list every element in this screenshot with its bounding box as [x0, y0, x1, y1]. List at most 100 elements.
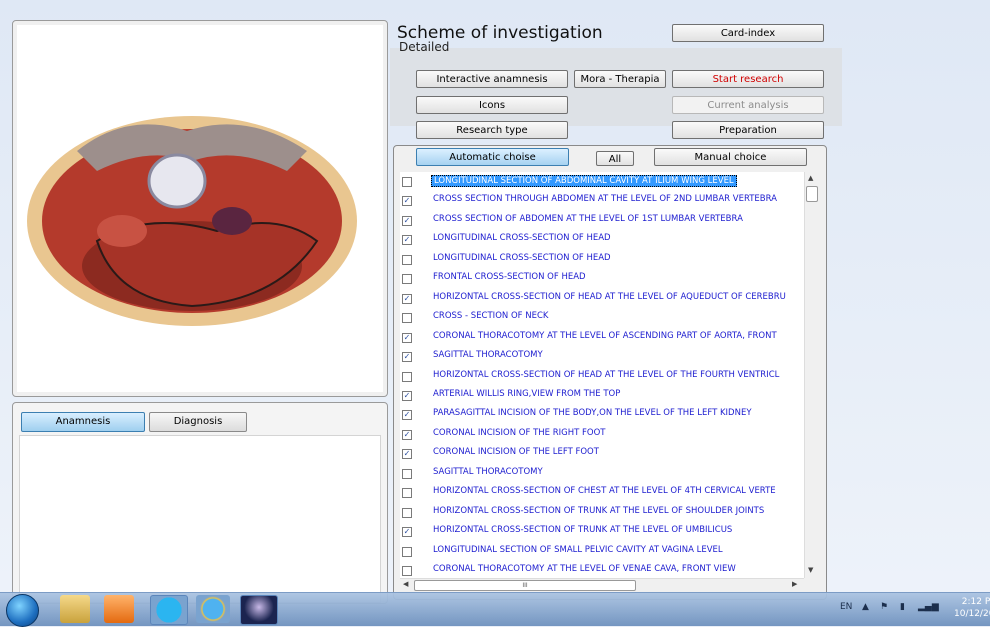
- list-item[interactable]: ✓ SAGITTAL THORACOTOMY: [400, 347, 804, 366]
- list-item[interactable]: HORIZONTAL CROSS-SECTION OF TRUNK AT THE…: [400, 503, 804, 522]
- list-item-label: HORIZONTAL CROSS-SECTION OF TRUNK AT THE…: [433, 505, 765, 516]
- tab-diagnosis[interactable]: Diagnosis: [149, 412, 247, 432]
- horizontal-scrollbar[interactable]: ◀ III ▶: [400, 578, 804, 591]
- list-item[interactable]: ✓ HORIZONTAL CROSS-SECTION OF TRUNK AT TH…: [400, 522, 804, 541]
- list-item-label: LONGITUDINAL CROSS-SECTION OF HEAD: [433, 252, 611, 263]
- list-item-checkbox[interactable]: [402, 507, 412, 518]
- list-item-checkbox[interactable]: [402, 488, 412, 499]
- list-item-checkbox[interactable]: [402, 566, 412, 576]
- list-item[interactable]: ✓ ARTERIAL WILLIS RING,VIEW FROM THE TOP: [400, 386, 804, 405]
- list-item-label: SAGITTAL THORACOTOMY: [433, 350, 543, 361]
- list-item-checkbox[interactable]: [402, 274, 412, 285]
- list-item[interactable]: SAGITTAL THORACOTOMY: [400, 464, 804, 483]
- icons-button[interactable]: Icons: [416, 96, 568, 114]
- list-item[interactable]: ✓ HORIZONTAL CROSS-SECTION OF HEAD AT THE…: [400, 289, 804, 308]
- list-item-label: SAGITTAL THORACOTOMY: [433, 466, 543, 477]
- clock-date: 10/12/2010: [954, 609, 990, 619]
- list-item-label: CORONAL THORACOTOMY AT THE LEVEL OF VENA…: [433, 564, 736, 574]
- list-item-checkbox[interactable]: ✓: [402, 235, 412, 246]
- all-button[interactable]: All: [596, 151, 634, 166]
- list-item[interactable]: LONGITUDINAL CROSS-SECTION OF HEAD: [400, 250, 804, 269]
- scroll-right-icon[interactable]: ▶: [792, 580, 797, 588]
- list-item-checkbox[interactable]: [402, 177, 412, 187]
- list-item-label: ARTERIAL WILLIS RING,VIEW FROM THE TOP: [433, 388, 621, 399]
- tab-anamnesis[interactable]: Anamnesis: [21, 412, 145, 432]
- research-list[interactable]: LONGITUDINAL SECTION OF ABDOMINAL CAVITY…: [400, 172, 804, 578]
- skype-icon[interactable]: [150, 595, 188, 625]
- list-item-checkbox[interactable]: ✓: [402, 215, 412, 226]
- interactive-anamnesis-button[interactable]: Interactive anamnesis: [416, 70, 568, 88]
- list-item-label: HORIZONTAL CROSS-SECTION OF CHEST AT THE…: [433, 486, 776, 497]
- list-item[interactable]: ✓ CROSS SECTION THROUGH ABDOMEN AT THE LE…: [400, 191, 804, 210]
- list-item[interactable]: ✓ PARASAGITTAL INCISION OF THE BODY,ON TH…: [400, 405, 804, 424]
- horizontal-scroll-thumb[interactable]: III: [414, 580, 636, 591]
- list-item-checkbox[interactable]: [402, 254, 412, 265]
- list-item[interactable]: FRONTAL CROSS-SECTION OF HEAD: [400, 269, 804, 288]
- list-item-checkbox[interactable]: [402, 546, 412, 557]
- internet-explorer-icon[interactable]: [196, 595, 230, 623]
- vertical-scroll-thumb[interactable]: [806, 186, 818, 202]
- anamnesis-panel: Anamnesis Diagnosis: [12, 402, 388, 604]
- vertical-scrollbar[interactable]: ▲ ▼: [804, 172, 818, 578]
- preparation-button[interactable]: Preparation: [672, 121, 824, 139]
- list-item-label: LONGITUDINAL SECTION OF SMALL PELVIC CAV…: [433, 544, 723, 555]
- list-item[interactable]: ✓ CROSS SECTION OF ABDOMEN AT THE LEVEL O…: [400, 211, 804, 230]
- list-item[interactable]: CORONAL THORACOTOMY AT THE LEVEL OF VENA…: [400, 561, 804, 578]
- list-item-checkbox[interactable]: ✓: [402, 293, 412, 304]
- app-icon[interactable]: [240, 595, 278, 625]
- list-item[interactable]: LONGITUDINAL SECTION OF ABDOMINAL CAVITY…: [400, 172, 804, 191]
- list-item-checkbox[interactable]: [402, 313, 412, 324]
- list-item-label: CROSS - SECTION OF NECK: [433, 311, 549, 322]
- list-item-checkbox[interactable]: ✓: [402, 332, 412, 343]
- action-center-icon[interactable]: ⚑: [880, 602, 888, 612]
- automatic-choise-button[interactable]: Automatic choise: [416, 148, 569, 166]
- list-item[interactable]: HORIZONTAL CROSS-SECTION OF HEAD AT THE …: [400, 367, 804, 386]
- list-item-label: HORIZONTAL CROSS-SECTION OF HEAD AT THE …: [433, 291, 786, 302]
- anatomy-image-panel: [12, 20, 388, 397]
- list-item[interactable]: ✓ LONGITUDINAL CROSS-SECTION OF HEAD: [400, 230, 804, 249]
- show-hidden-icons-icon[interactable]: ▲: [862, 602, 869, 612]
- list-item-label: LONGITUDINAL CROSS-SECTION OF HEAD: [433, 233, 611, 244]
- card-index-button[interactable]: Card-index: [672, 24, 824, 42]
- section-subtitle: Detailed: [399, 40, 450, 54]
- list-item-checkbox[interactable]: ✓: [402, 449, 412, 460]
- scroll-down-icon[interactable]: ▼: [808, 566, 813, 574]
- scroll-left-icon[interactable]: ◀: [403, 580, 408, 588]
- anamnesis-text-area[interactable]: [19, 435, 381, 603]
- list-item-label: CROSS SECTION OF ABDOMEN AT THE LEVEL OF…: [433, 213, 743, 224]
- current-analysis-button: Current analysis: [672, 96, 824, 114]
- taskbar: EN ▲ ⚑ ▮ ▂▄▆ 2:12 PM 10/12/2010: [0, 592, 990, 627]
- list-item[interactable]: HORIZONTAL CROSS-SECTION OF CHEST AT THE…: [400, 483, 804, 502]
- list-item-checkbox[interactable]: [402, 468, 412, 479]
- windows-start-icon[interactable]: [6, 594, 39, 627]
- list-item-label: LONGITUDINAL SECTION OF ABDOMINAL CAVITY…: [431, 175, 737, 187]
- list-item[interactable]: ✓ CORONAL INCISION OF THE LEFT FOOT: [400, 444, 804, 463]
- list-item-label: CROSS SECTION THROUGH ABDOMEN AT THE LEV…: [433, 194, 777, 205]
- list-item-checkbox[interactable]: ✓: [402, 196, 412, 207]
- list-item[interactable]: CROSS - SECTION OF NECK: [400, 308, 804, 327]
- network-signal-icon[interactable]: ▂▄▆: [918, 602, 939, 612]
- list-item-checkbox[interactable]: ✓: [402, 352, 412, 363]
- list-item-checkbox[interactable]: ✓: [402, 410, 412, 421]
- list-item-checkbox[interactable]: ✓: [402, 527, 412, 538]
- scroll-up-icon[interactable]: ▲: [808, 174, 813, 182]
- list-item-label: FRONTAL CROSS-SECTION OF HEAD: [433, 272, 586, 283]
- battery-icon[interactable]: ▮: [900, 602, 905, 612]
- list-item-checkbox[interactable]: ✓: [402, 390, 412, 401]
- list-item[interactable]: ✓ CORONAL INCISION OF THE RIGHT FOOT: [400, 425, 804, 444]
- list-item[interactable]: LONGITUDINAL SECTION OF SMALL PELVIC CAV…: [400, 542, 804, 561]
- start-research-button[interactable]: Start research: [672, 70, 824, 88]
- list-item-label: PARASAGITTAL INCISION OF THE BODY,ON THE…: [433, 408, 752, 419]
- list-item[interactable]: ✓ CORONAL THORACOTOMY AT THE LEVEL OF ASC…: [400, 328, 804, 347]
- list-item-checkbox[interactable]: ✓: [402, 429, 412, 440]
- taskbar-clock[interactable]: 2:12 PM 10/12/2010: [954, 596, 990, 620]
- list-item-checkbox[interactable]: [402, 371, 412, 382]
- research-type-button[interactable]: Research type: [416, 121, 568, 139]
- language-indicator[interactable]: EN: [840, 602, 852, 612]
- anatomy-cross-section-image: [27, 116, 357, 326]
- folder-icon[interactable]: [60, 595, 90, 623]
- list-item-label: CORONAL INCISION OF THE RIGHT FOOT: [433, 427, 606, 438]
- mora-therapia-button[interactable]: Mora - Therapia: [574, 70, 666, 88]
- manual-choice-button[interactable]: Manual choice: [654, 148, 807, 166]
- media-player-icon[interactable]: [104, 595, 134, 623]
